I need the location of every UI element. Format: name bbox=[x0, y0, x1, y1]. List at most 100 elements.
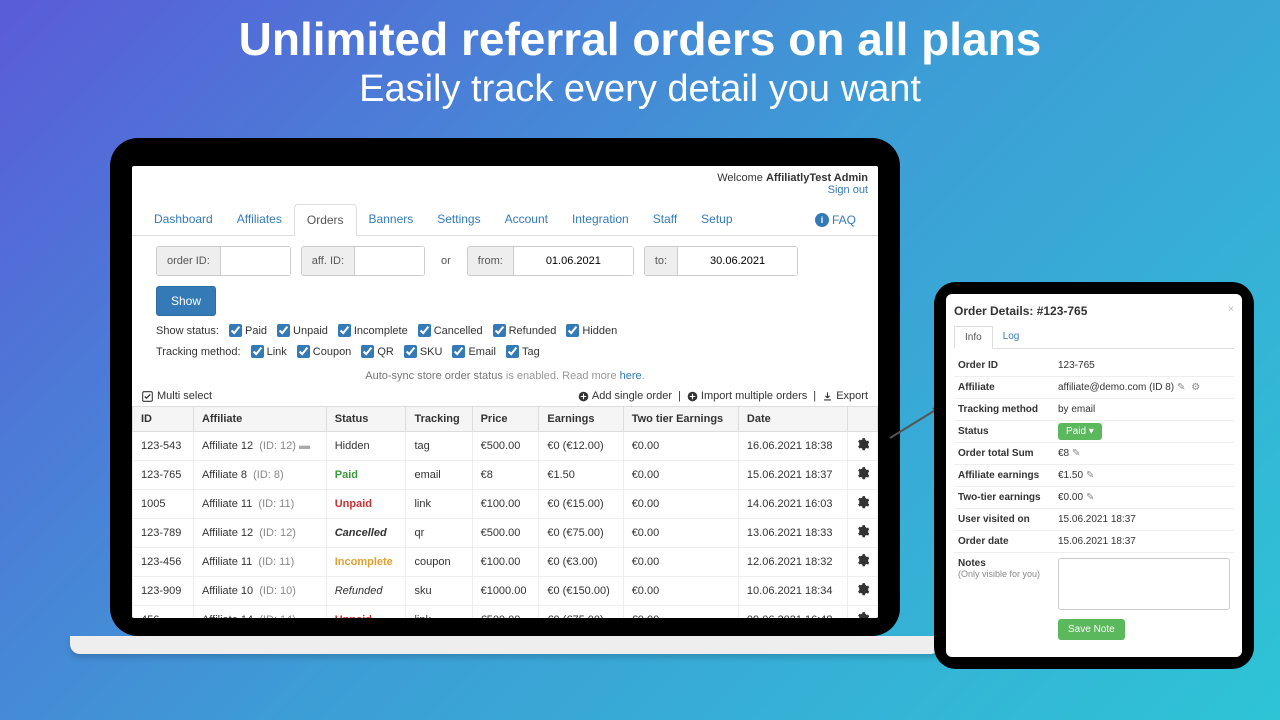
notes-label: Notes bbox=[958, 558, 986, 569]
import-orders-link[interactable]: Import multiple orders bbox=[687, 390, 807, 402]
col-header: Date bbox=[738, 407, 847, 432]
add-order-link[interactable]: Add single order bbox=[578, 390, 672, 402]
check-paid[interactable]: Paid bbox=[229, 324, 267, 337]
save-note-button[interactable]: Save Note bbox=[1058, 619, 1125, 640]
table-row: 123-456Affiliate 11 (ID: 11)Incompleteco… bbox=[133, 548, 878, 577]
detail-row: Tracking methodby email bbox=[954, 399, 1234, 421]
tab-dashboard[interactable]: Dashboard bbox=[142, 204, 225, 235]
or-label: or bbox=[435, 255, 457, 267]
tab-staff[interactable]: Staff bbox=[641, 204, 689, 235]
check-sku[interactable]: SKU bbox=[404, 345, 443, 358]
to-field: to: bbox=[644, 246, 798, 276]
gear-icon[interactable]: ⚙ bbox=[1191, 382, 1200, 393]
status-badge[interactable]: Paid ▾ bbox=[1058, 423, 1102, 440]
plus-circle-icon bbox=[687, 391, 698, 402]
edit-icon[interactable]: ✎ bbox=[1086, 492, 1094, 503]
table-row: 1005Affiliate 11 (ID: 11)Unpaidlink€100.… bbox=[133, 490, 878, 519]
check-refunded[interactable]: Refunded bbox=[493, 324, 557, 337]
aff-id-input[interactable] bbox=[354, 247, 424, 275]
tab-settings[interactable]: Settings bbox=[425, 204, 492, 235]
welcome-text: Welcome AffiliatlyTest Admin bbox=[142, 172, 868, 184]
tracking-filter: Tracking method: Link Coupon QR SKU Emai… bbox=[132, 341, 878, 362]
row-gear-icon[interactable] bbox=[848, 461, 878, 490]
order-id-input[interactable] bbox=[220, 247, 290, 275]
col-header: Price bbox=[472, 407, 539, 432]
order-id-field: order ID: bbox=[156, 246, 291, 276]
col-header: ID bbox=[133, 407, 194, 432]
close-icon[interactable]: × bbox=[1228, 304, 1234, 315]
row-gear-icon[interactable] bbox=[848, 548, 878, 577]
details-tab-info[interactable]: Info bbox=[954, 326, 993, 349]
details-panel: × Order Details: #123-765 InfoLog Order … bbox=[946, 294, 1242, 657]
row-gear-icon[interactable] bbox=[848, 490, 878, 519]
check-icon bbox=[142, 391, 153, 402]
download-icon bbox=[822, 391, 833, 402]
check-qr[interactable]: QR bbox=[361, 345, 394, 358]
faq-link[interactable]: i FAQ bbox=[803, 204, 868, 235]
check-link[interactable]: Link bbox=[251, 345, 287, 358]
hero-title: Unlimited referral orders on all plans bbox=[0, 12, 1280, 66]
col-header: Affiliate bbox=[193, 407, 326, 432]
col-header: Tracking bbox=[406, 407, 472, 432]
row-gear-icon[interactable] bbox=[848, 519, 878, 548]
col-header: Status bbox=[326, 407, 406, 432]
col-header: Earnings bbox=[539, 407, 623, 432]
plus-circle-icon bbox=[578, 391, 589, 402]
from-field: from: bbox=[467, 246, 634, 276]
table-row: 456Affiliate 14 (ID: 14)Unpaidlink€500.0… bbox=[133, 606, 878, 619]
row-gear-icon[interactable] bbox=[848, 577, 878, 606]
check-hidden[interactable]: Hidden bbox=[566, 324, 617, 337]
edit-icon[interactable]: ✎ bbox=[1177, 382, 1185, 393]
details-tabs: InfoLog bbox=[954, 326, 1234, 349]
show-button[interactable]: Show bbox=[156, 286, 216, 316]
to-input[interactable] bbox=[677, 247, 797, 275]
info-icon: i bbox=[815, 213, 829, 227]
check-email[interactable]: Email bbox=[452, 345, 496, 358]
tablet-mockup: × Order Details: #123-765 InfoLog Order … bbox=[934, 282, 1254, 669]
from-input[interactable] bbox=[513, 247, 633, 275]
table-row: 123-765Affiliate 8 (ID: 8)Paidemail€8€1.… bbox=[133, 461, 878, 490]
detail-row: StatusPaid ▾ bbox=[954, 421, 1234, 443]
tab-affiliates[interactable]: Affiliates bbox=[225, 204, 294, 235]
edit-icon[interactable]: ✎ bbox=[1086, 470, 1094, 481]
detail-row: Order total Sum€8✎ bbox=[954, 443, 1234, 465]
autosync-notice: Auto-sync store order status is enabled.… bbox=[132, 362, 878, 386]
edit-icon[interactable]: ✎ bbox=[1072, 448, 1080, 459]
details-title: Order Details: #123-765 bbox=[954, 304, 1234, 318]
check-coupon[interactable]: Coupon bbox=[297, 345, 352, 358]
status-filter: Show status: Paid Unpaid Incomplete Canc… bbox=[132, 320, 878, 341]
tab-integration[interactable]: Integration bbox=[560, 204, 641, 235]
table-row: 123-543Affiliate 12 (ID: 12) ▬Hiddentag€… bbox=[133, 432, 878, 461]
check-incomplete[interactable]: Incomplete bbox=[338, 324, 408, 337]
detail-row: User visited on15.06.2021 18:37 bbox=[954, 509, 1234, 531]
tab-account[interactable]: Account bbox=[493, 204, 560, 235]
tab-banners[interactable]: Banners bbox=[357, 204, 426, 235]
sign-out-link[interactable]: Sign out bbox=[828, 184, 868, 196]
autosync-link[interactable]: here bbox=[620, 370, 642, 382]
notes-textarea[interactable] bbox=[1058, 558, 1230, 610]
tab-setup[interactable]: Setup bbox=[689, 204, 744, 235]
row-gear-icon[interactable] bbox=[848, 432, 878, 461]
table-row: 123-909Affiliate 10 (ID: 10)Refundedsku€… bbox=[133, 577, 878, 606]
multiselect-toggle[interactable]: Multi select bbox=[142, 390, 212, 402]
tab-orders[interactable]: Orders bbox=[294, 204, 357, 236]
detail-row: Affiliateaffiliate@demo.com (ID 8)✎ ⚙ bbox=[954, 377, 1234, 399]
filter-bar: order ID: aff. ID: or from: to: Show bbox=[132, 236, 878, 320]
check-tag[interactable]: Tag bbox=[506, 345, 540, 358]
aff-id-field: aff. ID: bbox=[301, 246, 425, 276]
detail-row: Two-tier earnings€0.00✎ bbox=[954, 487, 1234, 509]
col-header: Two tier Earnings bbox=[623, 407, 738, 432]
details-tab-log[interactable]: Log bbox=[993, 326, 1030, 348]
hero: Unlimited referral orders on all plans E… bbox=[0, 0, 1280, 111]
table-row: 123-789Affiliate 12 (ID: 12)Cancelledqr€… bbox=[133, 519, 878, 548]
nav-tabs: DashboardAffiliatesOrdersBannersSettings… bbox=[132, 204, 878, 236]
message-icon: ▬ bbox=[299, 440, 310, 452]
detail-row: Order date15.06.2021 18:37 bbox=[954, 531, 1234, 553]
detail-row: Affiliate earnings€1.50✎ bbox=[954, 465, 1234, 487]
check-cancelled[interactable]: Cancelled bbox=[418, 324, 483, 337]
orders-table: IDAffiliateStatusTrackingPriceEarningsTw… bbox=[132, 406, 878, 618]
export-link[interactable]: Export bbox=[822, 390, 868, 402]
check-unpaid[interactable]: Unpaid bbox=[277, 324, 328, 337]
app-screen: Welcome AffiliatlyTest Admin Sign out Da… bbox=[132, 166, 878, 618]
row-gear-icon[interactable] bbox=[848, 606, 878, 619]
